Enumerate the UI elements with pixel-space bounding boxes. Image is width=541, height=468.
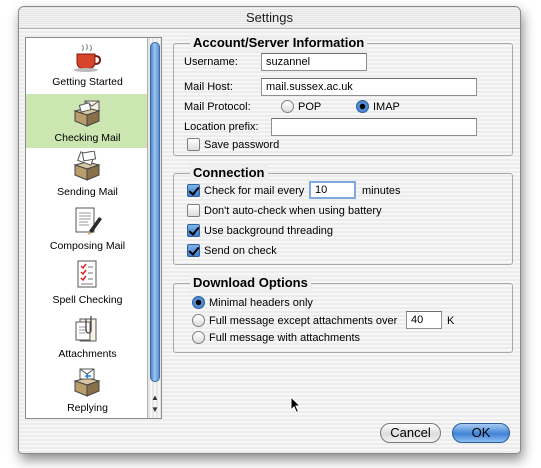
connection-group: Connection Check for mail every minutes … [173, 165, 513, 265]
sidebar-item-label: Getting Started [52, 76, 123, 88]
mailbox-icon [73, 100, 101, 127]
reply-mail-icon [73, 368, 101, 397]
attachment-size-field[interactable] [406, 311, 442, 329]
mail-host-label: Mail Host: [184, 81, 233, 93]
sidebar-item-replying[interactable]: Replying [26, 364, 149, 418]
background-threading-label: Use background threading [204, 225, 334, 237]
account-server-title: Account/Server Information [190, 35, 368, 51]
protocol-pop-radio[interactable] [281, 100, 294, 113]
scroll-thumb[interactable] [150, 42, 160, 382]
mouse-cursor-icon [290, 396, 302, 414]
sidebar-item-label: Spell Checking [52, 294, 123, 306]
save-password-checkbox[interactable] [187, 138, 200, 151]
checklist-icon [77, 260, 97, 288]
settings-sidebar: Getting Started Checking Mail Sending Ma… [25, 37, 162, 419]
paperclip-document-icon [75, 316, 97, 342]
full-message-label: Full message with attachments [209, 332, 361, 344]
download-options-group: Download Options Minimal headers only Fu… [173, 275, 513, 353]
ok-button[interactable]: OK [452, 423, 510, 443]
compose-pen-icon [75, 207, 102, 235]
sidebar-scrollbar[interactable]: ▲ ▼ [147, 38, 161, 418]
username-label: Username: [184, 56, 238, 68]
mail-protocol-label: Mail Protocol: [184, 101, 251, 113]
sidebar-item-getting-started[interactable]: Getting Started [26, 38, 149, 92]
check-mail-checkbox[interactable] [187, 184, 200, 197]
outgoing-mail-icon [73, 151, 101, 181]
coffee-cup-icon [74, 43, 102, 72]
check-interval-unit: minutes [362, 185, 401, 197]
scroll-down-arrow-icon[interactable]: ▼ [148, 404, 161, 416]
minimal-headers-label: Minimal headers only [209, 297, 313, 309]
sidebar-item-sending-mail[interactable]: Sending Mail [26, 148, 149, 202]
background-threading-checkbox[interactable] [187, 224, 200, 237]
mail-host-field[interactable] [261, 78, 477, 96]
protocol-imap-label: IMAP [373, 101, 400, 113]
send-on-check-checkbox[interactable] [187, 244, 200, 257]
sidebar-item-spell-checking[interactable]: Spell Checking [26, 256, 149, 310]
location-prefix-label: Location prefix: [184, 121, 259, 133]
send-on-check-label: Send on check [204, 245, 277, 257]
window-title: Settings [19, 7, 520, 29]
sidebar-item-label: Replying [67, 402, 108, 414]
battery-label: Don't auto-check when using battery [204, 205, 382, 217]
connection-title: Connection [190, 165, 268, 181]
minimal-headers-radio[interactable] [192, 296, 205, 309]
scroll-up-arrow-icon[interactable]: ▲ [148, 392, 161, 404]
battery-checkbox[interactable] [187, 204, 200, 217]
protocol-imap-radio[interactable] [356, 100, 369, 113]
location-prefix-field[interactable] [271, 118, 477, 136]
username-field[interactable] [261, 53, 367, 71]
settings-window: Settings Getting Started Checking Mail S… [18, 6, 521, 454]
sidebar-item-label: Attachments [58, 348, 117, 360]
sidebar-item-composing-mail[interactable]: Composing Mail [26, 202, 149, 256]
check-mail-label: Check for mail every [204, 185, 305, 197]
except-attachments-radio[interactable] [192, 314, 205, 327]
account-server-group: Account/Server Information Username: Mai… [173, 35, 513, 156]
check-interval-field[interactable] [309, 181, 356, 199]
sidebar-item-checking-mail[interactable]: Checking Mail [26, 94, 149, 148]
save-password-label: Save password [204, 139, 280, 151]
cancel-button[interactable]: Cancel [380, 423, 441, 443]
sidebar-item-label: Composing Mail [49, 240, 126, 252]
except-attachments-label: Full message except attachments over [209, 315, 398, 327]
sidebar-item-attachments[interactable]: Attachments [26, 310, 149, 364]
sidebar-item-label: Checking Mail [54, 132, 121, 144]
attachment-size-unit: K [447, 315, 455, 327]
sidebar-item-label: Sending Mail [57, 186, 118, 198]
download-options-title: Download Options [190, 275, 311, 291]
protocol-pop-label: POP [298, 101, 322, 113]
full-message-radio[interactable] [192, 331, 205, 344]
